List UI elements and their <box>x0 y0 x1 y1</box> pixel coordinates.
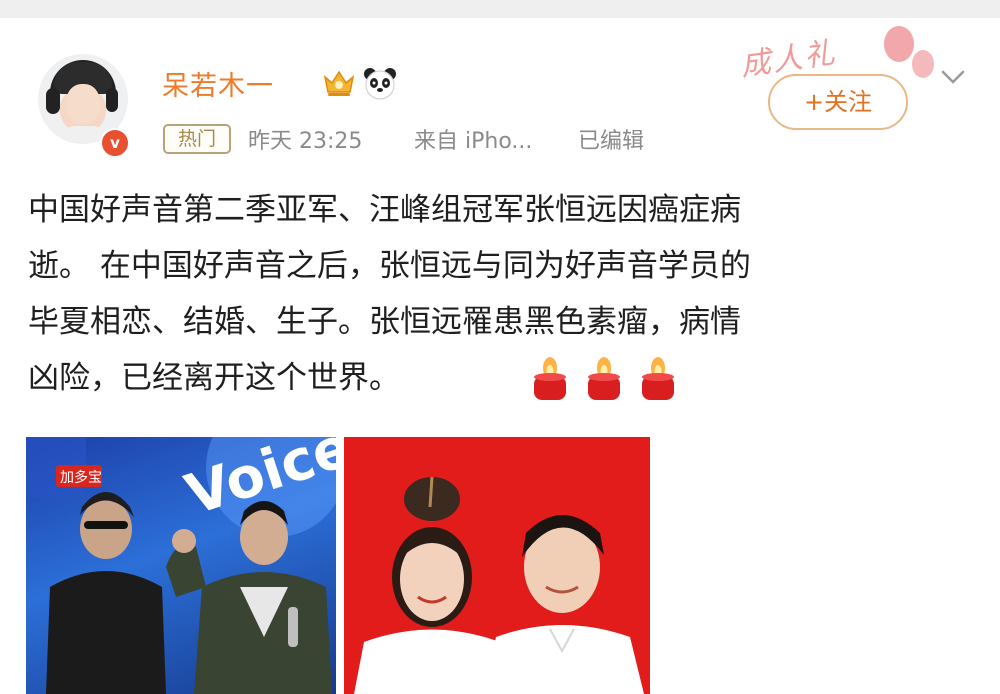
candle-icon <box>534 357 566 400</box>
couple-photo-illustration <box>354 476 644 694</box>
candle-emojis <box>534 357 674 400</box>
stage-photo-illustration: Voice 加多宝 <box>26 437 336 694</box>
verified-badge: v <box>100 128 130 158</box>
chevron-down-icon[interactable] <box>938 62 968 92</box>
sponsor-badge-text: 加多宝 <box>60 469 102 486</box>
vip-crown-icon <box>323 70 355 96</box>
post-text-line: 逝。 在中国好声音之后，张恒远与同为好声音学员的 <box>28 248 751 284</box>
post-source[interactable]: 来自 iPho... <box>414 123 532 155</box>
post-photo-stage[interactable]: Voice 加多宝 <box>26 437 336 694</box>
username[interactable]: 呆若木一 <box>162 64 274 103</box>
post-body: 中国好声音第二季亚军、汪峰组冠军张恒远因癌症病 逝。 在中国好声音之后，张恒远与… <box>28 182 978 406</box>
edited-label[interactable]: 已编辑 <box>578 123 644 155</box>
post-text-line: 凶险，已经离开这个世界。 <box>28 360 400 396</box>
balloon-icon <box>884 26 914 62</box>
balloon-icon <box>912 50 934 78</box>
candle-icon <box>642 357 674 400</box>
panda-icon <box>364 68 396 100</box>
post-text-line: 毕夏相恋、结婚、生子。张恒远罹患黑色素瘤，病情 <box>28 304 741 340</box>
follow-button[interactable]: +关注 <box>768 74 908 130</box>
post-time: 昨天 23:25 <box>248 129 363 154</box>
candle-icon <box>588 357 620 400</box>
hot-badge: 热门 <box>163 124 231 154</box>
post-photo-couple[interactable] <box>344 437 650 694</box>
post-text-line: 中国好声音第二季亚军、汪峰组冠军张恒远因癌症病 <box>28 192 741 228</box>
top-strip <box>0 0 1000 18</box>
